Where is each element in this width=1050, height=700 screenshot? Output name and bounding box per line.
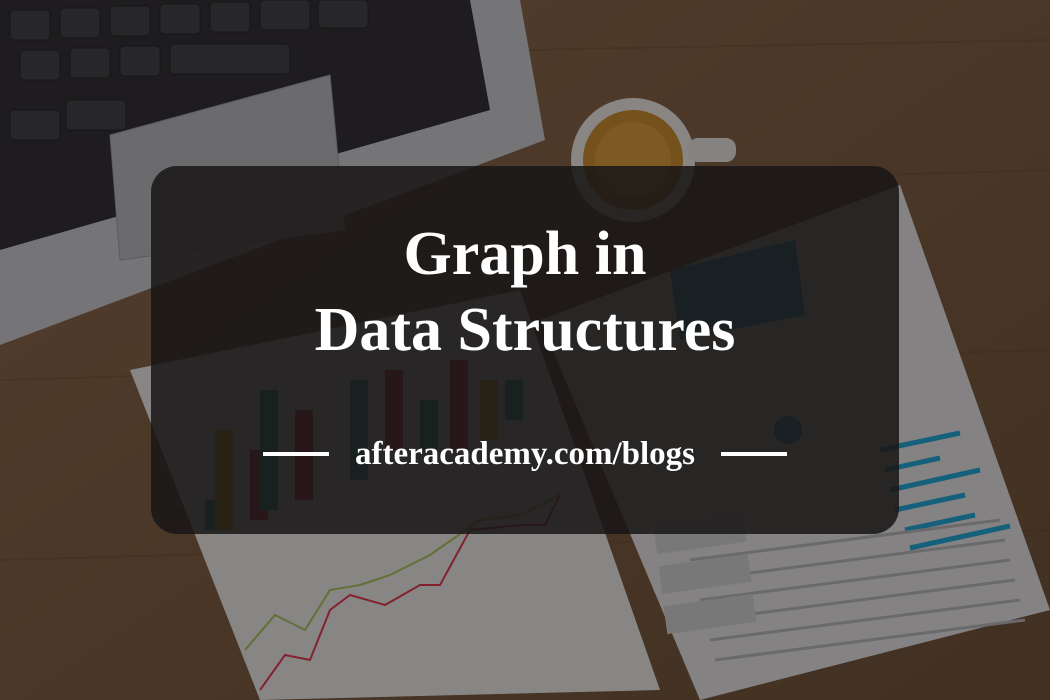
site-url: afteracademy.com/blogs <box>354 435 695 472</box>
site-row: afteracademy.com/blogs <box>151 434 899 474</box>
title-line-2: Data Structures <box>314 296 736 364</box>
title-line-1: Graph in <box>403 220 647 288</box>
right-divider <box>721 452 787 456</box>
title-banner: Graph in Data Structures afteracademy.co… <box>151 166 899 534</box>
page-title: Graph in Data Structures <box>151 216 899 368</box>
left-divider <box>262 452 329 456</box>
